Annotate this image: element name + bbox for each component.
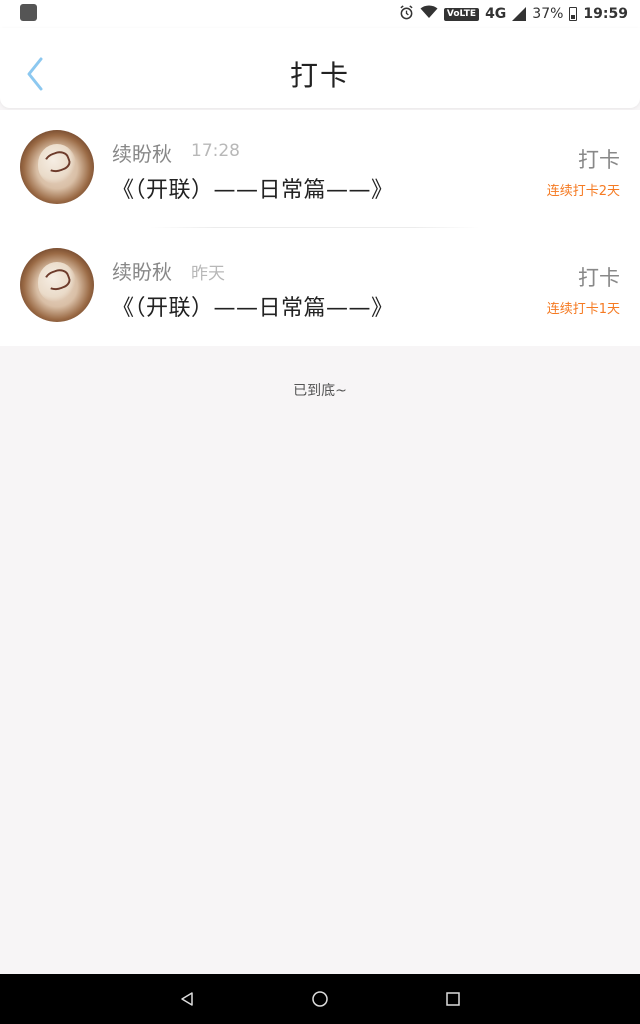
checkin-button[interactable]: 打卡	[578, 262, 620, 292]
list-item[interactable]: 续盼秋 昨天 《（开联）——日常篇——》 打卡 连续打卡1天	[0, 228, 640, 346]
app-notification-icon	[20, 3, 37, 21]
battery-icon	[569, 7, 578, 21]
user-name: 续盼秋	[112, 260, 172, 284]
avatar[interactable]	[20, 130, 94, 204]
record-title: 《（开联）——日常篇——》	[112, 178, 394, 203]
page-title: 打卡	[289, 59, 350, 92]
nav-home-button[interactable]	[300, 979, 340, 1019]
wifi-icon	[420, 5, 438, 23]
avatar[interactable]	[20, 248, 94, 322]
header: 打卡	[0, 28, 640, 108]
circle-home-icon	[312, 991, 328, 1007]
post-time: 17:28	[191, 141, 240, 161]
post-time: 昨天	[191, 264, 225, 284]
alarm-icon	[399, 4, 414, 24]
streak-label: 连续打卡1天	[546, 302, 620, 317]
status-left	[20, 3, 37, 25]
end-of-list-text: 已到底~	[293, 383, 347, 399]
user-name: 续盼秋	[112, 142, 172, 166]
status-bar: VoLTE 4G 37% 19:59	[0, 0, 640, 28]
volte-badge: VoLTE	[443, 7, 480, 21]
checkin-button[interactable]: 打卡	[578, 144, 620, 174]
streak-label: 连续打卡2天	[546, 184, 620, 199]
checkin-list: 续盼秋 17:28 《（开联）——日常篇——》 打卡 连续打卡2天 续盼秋 昨天…	[0, 110, 640, 346]
battery-percent: 37%	[532, 6, 564, 22]
record-title: 《（开联）——日常篇——》	[112, 296, 394, 321]
nav-recents-button[interactable]	[433, 979, 473, 1019]
network-type: 4G	[485, 6, 507, 22]
navigation-bar	[0, 974, 640, 1024]
status-right: VoLTE 4G 37% 19:59	[399, 4, 628, 24]
clock: 19:59	[583, 6, 628, 22]
square-recents-icon	[446, 992, 461, 1006]
triangle-back-icon	[180, 992, 193, 1006]
list-item[interactable]: 续盼秋 17:28 《（开联）——日常篇——》 打卡 连续打卡2天	[0, 110, 640, 228]
signal-icon	[512, 7, 527, 21]
nav-back-button[interactable]	[167, 979, 207, 1019]
